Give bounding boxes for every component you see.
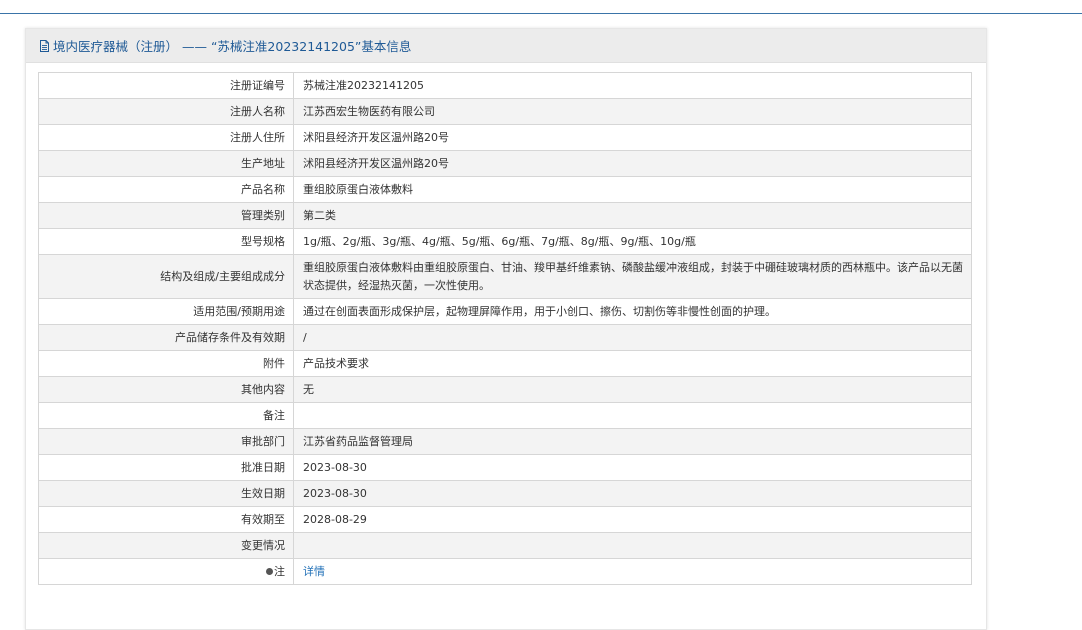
details-link[interactable]: 详情 (303, 565, 325, 578)
row-label: 注册证编号 (38, 72, 294, 99)
row-value: / (293, 324, 972, 351)
row-value: 沭阳县经济开发区温州路20号 (293, 150, 972, 177)
row-label: 生产地址 (38, 150, 294, 177)
table-row: 生效日期 2023-08-30 (38, 480, 972, 507)
row-value: 产品技术要求 (293, 350, 972, 377)
row-value: 通过在创面表面形成保护层，起物理屏障作用，用于小创口、擦伤、切割伤等非慢性创面的… (293, 298, 972, 325)
note-label-cell: 注 (38, 558, 294, 585)
table-row: 注册人名称 江苏西宏生物医药有限公司 (38, 98, 972, 125)
row-value: 详情 (293, 558, 972, 585)
top-divider (0, 13, 1082, 14)
row-label: 结构及组成/主要组成成分 (38, 254, 294, 299)
row-value (293, 532, 972, 559)
info-panel: 境内医疗器械（注册） —— “苏械注准20232141205”基本信息 注册证编… (25, 28, 987, 630)
document-icon (39, 39, 50, 52)
info-table: 注册证编号 苏械注准20232141205 注册人名称 江苏西宏生物医药有限公司… (38, 72, 972, 585)
row-label: 型号规格 (38, 228, 294, 255)
row-label: 附件 (38, 350, 294, 377)
table-row: 注 详情 (38, 558, 972, 585)
row-value: 苏械注准20232141205 (293, 72, 972, 99)
row-label: 审批部门 (38, 428, 294, 455)
table-row: 结构及组成/主要组成成分 重组胶原蛋白液体敷料由重组胶原蛋白、甘油、羧甲基纤维素… (38, 254, 972, 299)
row-value: 第二类 (293, 202, 972, 229)
table-row: 审批部门 江苏省药品监督管理局 (38, 428, 972, 455)
row-value: 2023-08-30 (293, 454, 972, 481)
table-row: 变更情况 (38, 532, 972, 559)
row-label: 其他内容 (38, 376, 294, 403)
table-row: 备注 (38, 402, 972, 429)
table-row: 管理类别 第二类 (38, 202, 972, 229)
table-row: 附件 产品技术要求 (38, 350, 972, 377)
row-label: 产品名称 (38, 176, 294, 203)
row-label: 注 (274, 564, 285, 578)
row-label: 产品储存条件及有效期 (38, 324, 294, 351)
table-row: 有效期至 2028-08-29 (38, 506, 972, 533)
row-value: 1g/瓶、2g/瓶、3g/瓶、4g/瓶、5g/瓶、6g/瓶、7g/瓶、8g/瓶、… (293, 228, 972, 255)
row-label: 备注 (38, 402, 294, 429)
row-label: 批准日期 (38, 454, 294, 481)
row-value: 2023-08-30 (293, 480, 972, 507)
row-value (293, 402, 972, 429)
row-label: 变更情况 (38, 532, 294, 559)
table-row: 产品名称 重组胶原蛋白液体敷料 (38, 176, 972, 203)
row-value: 无 (293, 376, 972, 403)
table-row: 注册证编号 苏械注准20232141205 (38, 72, 972, 99)
panel-header: 境内医疗器械（注册） —— “苏械注准20232141205”基本信息 (26, 29, 986, 63)
table-row: 型号规格 1g/瓶、2g/瓶、3g/瓶、4g/瓶、5g/瓶、6g/瓶、7g/瓶、… (38, 228, 972, 255)
table-row: 生产地址 沭阳县经济开发区温州路20号 (38, 150, 972, 177)
dot-icon (266, 567, 273, 575)
row-label: 注册人名称 (38, 98, 294, 125)
row-value: 重组胶原蛋白液体敷料 (293, 176, 972, 203)
table-row: 适用范围/预期用途 通过在创面表面形成保护层，起物理屏障作用，用于小创口、擦伤、… (38, 298, 972, 325)
row-label: 管理类别 (38, 202, 294, 229)
table-row: 注册人住所 沭阳县经济开发区温州路20号 (38, 124, 972, 151)
row-label: 生效日期 (38, 480, 294, 507)
row-label: 有效期至 (38, 506, 294, 533)
table-row: 产品储存条件及有效期 / (38, 324, 972, 351)
row-value: 江苏省药品监督管理局 (293, 428, 972, 455)
row-value: 沭阳县经济开发区温州路20号 (293, 124, 972, 151)
row-value: 重组胶原蛋白液体敷料由重组胶原蛋白、甘油、羧甲基纤维素钠、磷酸盐缓冲液组成，封装… (293, 254, 972, 299)
row-label: 注册人住所 (38, 124, 294, 151)
table-row: 其他内容 无 (38, 376, 972, 403)
row-label: 适用范围/预期用途 (38, 298, 294, 325)
row-value: 2028-08-29 (293, 506, 972, 533)
table-row: 批准日期 2023-08-30 (38, 454, 972, 481)
page-title: 境内医疗器械（注册） —— “苏械注准20232141205”基本信息 (53, 39, 412, 54)
row-value: 江苏西宏生物医药有限公司 (293, 98, 972, 125)
